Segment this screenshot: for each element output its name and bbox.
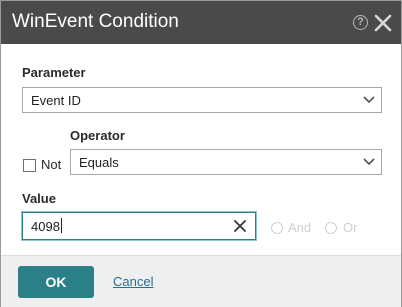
parameter-label: Parameter (22, 65, 86, 80)
ok-button[interactable]: OK (18, 266, 94, 298)
winevent-condition-dialog: WinEvent Condition ? Parameter Event ID … (0, 0, 402, 307)
chevron-down-icon (363, 158, 375, 166)
or-radio[interactable] (325, 222, 337, 234)
operator-select[interactable]: Equals (70, 149, 382, 175)
close-icon[interactable] (374, 14, 392, 32)
or-radio-label: Or (343, 220, 358, 235)
help-icon[interactable]: ? (353, 15, 368, 30)
value-label: Value (22, 191, 56, 206)
cancel-link[interactable]: Cancel (113, 274, 153, 289)
dialog-title: WinEvent Condition (12, 11, 179, 32)
parameter-select-value: Event ID (31, 93, 81, 108)
not-checkbox[interactable] (23, 159, 36, 172)
value-input-text: 4098 (31, 219, 60, 234)
operator-select-value: Equals (79, 155, 119, 170)
dialog-titlebar: WinEvent Condition ? (1, 1, 401, 44)
chevron-down-icon (363, 96, 375, 104)
value-input[interactable]: 4098 (22, 212, 256, 240)
text-caret (61, 218, 62, 233)
parameter-select[interactable]: Event ID (22, 87, 382, 113)
clear-x-icon[interactable] (234, 220, 246, 232)
dialog-footer: OK Cancel (1, 255, 401, 307)
operator-label: Operator (70, 128, 125, 143)
not-checkbox-label: Not (41, 157, 62, 172)
and-radio-label: And (288, 220, 312, 235)
and-radio[interactable] (271, 222, 283, 234)
